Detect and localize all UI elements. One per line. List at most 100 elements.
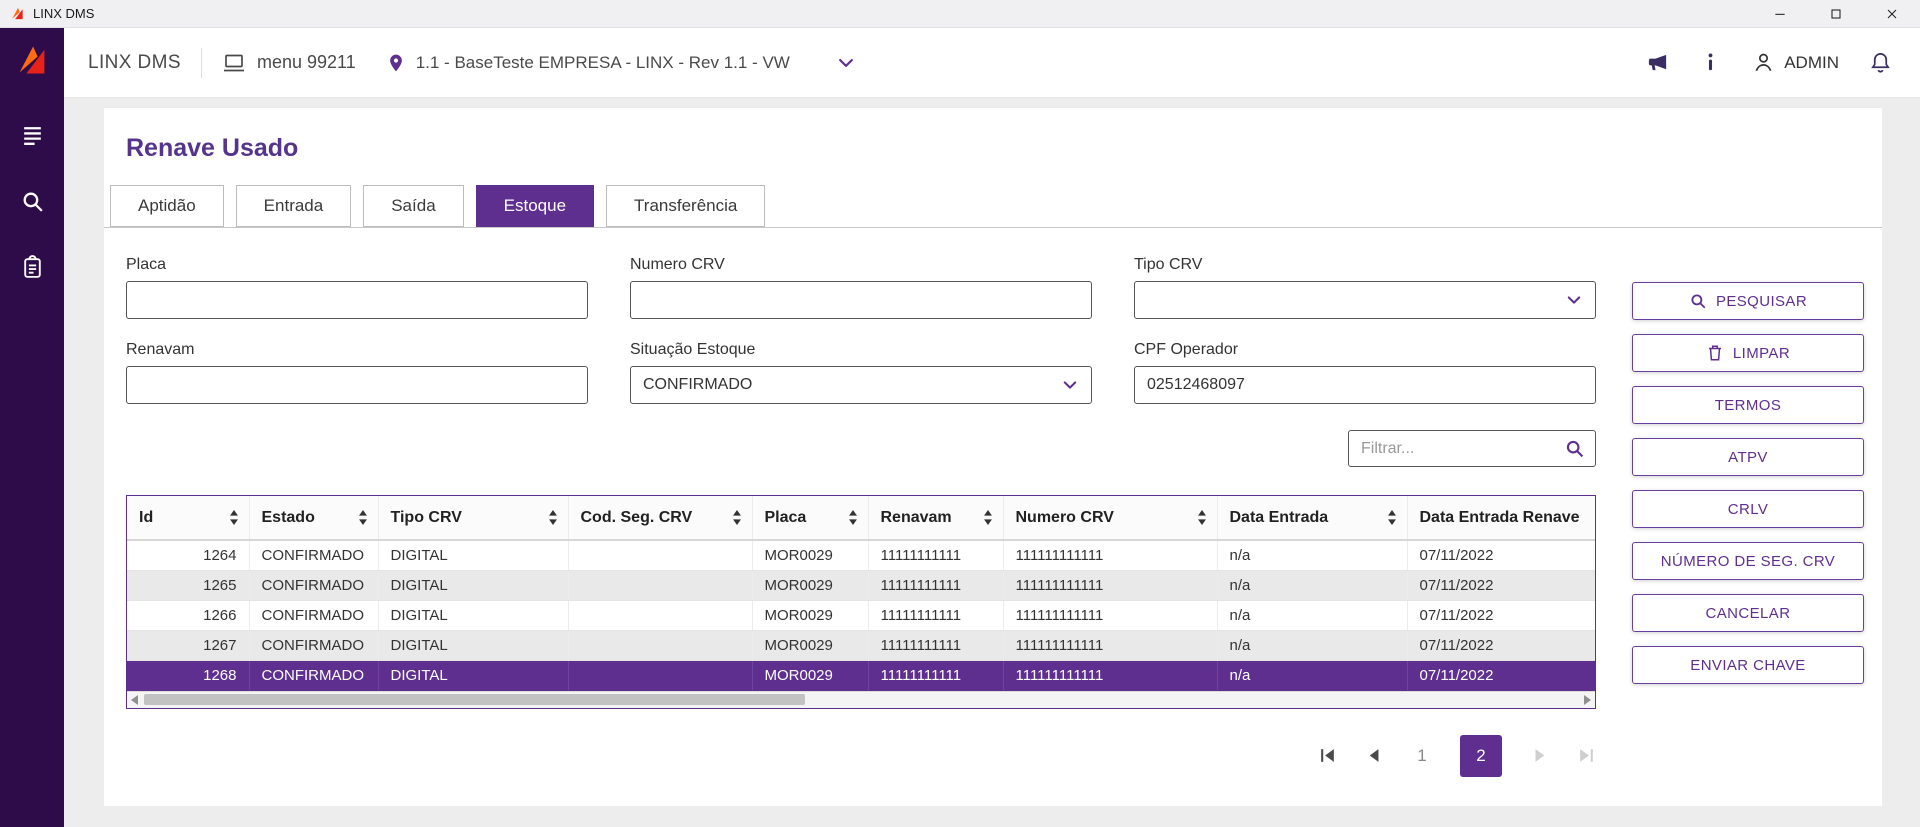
- cancelar-button[interactable]: CANCELAR: [1632, 594, 1864, 632]
- crlv-button[interactable]: CRLV: [1632, 490, 1864, 528]
- page-2[interactable]: 2: [1460, 735, 1502, 777]
- search-form: Placa Numero CRV Tipo CRV: [126, 256, 1596, 404]
- table-row[interactable]: 1264CONFIRMADODIGITALMOR0029111111111111…: [127, 540, 1595, 570]
- tab-saida[interactable]: Saída: [363, 185, 463, 227]
- sort-icon[interactable]: [229, 510, 239, 530]
- situacao-estoque-select[interactable]: CONFIRMADO: [630, 366, 1092, 404]
- column-header[interactable]: Data Entrada Renave: [1407, 496, 1595, 540]
- table-cell: [568, 570, 752, 600]
- company-selector[interactable]: 1.1 - BaseTeste EMPRESA - LINX - Rev 1.1…: [386, 53, 790, 73]
- prev-page-icon[interactable]: [1365, 746, 1384, 765]
- linx-logo-icon: [10, 6, 25, 21]
- button-label: ATPV: [1728, 449, 1768, 466]
- column-header[interactable]: Renavam: [868, 496, 1003, 540]
- column-header[interactable]: Data Entrada: [1217, 496, 1407, 540]
- main-panel: Renave Usado Aptidão Entrada Saída Estoque T…: [104, 108, 1882, 806]
- chevron-down-icon: [1061, 376, 1079, 394]
- sort-icon[interactable]: [358, 510, 368, 530]
- column-label: Placa: [765, 509, 807, 526]
- renavam-label: Renavam: [126, 341, 588, 359]
- enviar-chave-button[interactable]: ENVIAR CHAVE: [1632, 646, 1864, 684]
- horizontal-scrollbar[interactable]: [127, 691, 1595, 708]
- tipo-crv-select[interactable]: [1134, 281, 1596, 319]
- scroll-left-arrow-icon[interactable]: [131, 695, 138, 705]
- column-header[interactable]: Placa: [752, 496, 868, 540]
- column-header[interactable]: Id: [127, 496, 249, 540]
- column-header[interactable]: Tipo CRV: [378, 496, 568, 540]
- placa-input[interactable]: [126, 281, 588, 319]
- clipboard-icon[interactable]: [0, 244, 64, 290]
- close-button[interactable]: [1864, 0, 1920, 27]
- table-cell: 11111111111: [868, 600, 1003, 630]
- window-title: LINX DMS: [33, 6, 94, 21]
- page-title: Renave Usado: [104, 108, 1882, 185]
- column-header[interactable]: Numero CRV: [1003, 496, 1217, 540]
- sort-icon[interactable]: [983, 510, 993, 530]
- search-icon[interactable]: [0, 178, 64, 224]
- table-cell: n/a: [1217, 660, 1407, 690]
- user-menu[interactable]: ADMIN: [1752, 51, 1839, 74]
- bell-icon[interactable]: [1869, 51, 1892, 74]
- numero-de-seg-crv-button[interactable]: NÚMERO DE SEG. CRV: [1632, 542, 1864, 580]
- page-1[interactable]: 1: [1412, 746, 1432, 766]
- column-header[interactable]: Estado: [249, 496, 378, 540]
- table-cell: 111111111111: [1003, 540, 1217, 570]
- sort-icon[interactable]: [732, 510, 742, 530]
- brand-text: LINX DMS: [88, 52, 181, 74]
- content-area: Renave Usado Aptidão Entrada Saída Estoque T…: [64, 98, 1920, 827]
- sort-icon[interactable]: [1387, 510, 1397, 530]
- atpv-button[interactable]: ATPV: [1632, 438, 1864, 476]
- terminal-menu[interactable]: menu 99211: [222, 51, 356, 75]
- column-header[interactable]: Cod. Seg. CRV: [568, 496, 752, 540]
- termos-button[interactable]: TERMOS: [1632, 386, 1864, 424]
- tab-aptidao[interactable]: Aptidão: [110, 185, 224, 227]
- menu-icon[interactable]: [0, 112, 64, 158]
- maximize-button[interactable]: [1808, 0, 1864, 27]
- table-cell: CONFIRMADO: [249, 540, 378, 570]
- renavam-input[interactable]: [126, 366, 588, 404]
- search-icon: [1689, 292, 1707, 310]
- megaphone-icon[interactable]: [1646, 51, 1669, 74]
- table-cell: 07/11/2022: [1407, 600, 1595, 630]
- table-cell: MOR0029: [752, 630, 868, 660]
- table-row[interactable]: 1268CONFIRMADODIGITALMOR0029111111111111…: [127, 660, 1595, 690]
- button-label: PESQUISAR: [1716, 293, 1807, 310]
- first-page-icon[interactable]: [1318, 746, 1337, 765]
- tab-estoque[interactable]: Estoque: [476, 185, 594, 227]
- numero-crv-input[interactable]: [630, 281, 1092, 319]
- table-cell: DIGITAL: [378, 660, 568, 690]
- table-row[interactable]: 1266CONFIRMADODIGITALMOR0029111111111111…: [127, 600, 1595, 630]
- cpf-operador-input[interactable]: [1134, 366, 1596, 404]
- table-cell: 11111111111: [868, 570, 1003, 600]
- pesquisar-button[interactable]: PESQUISAR: [1632, 282, 1864, 320]
- column-label: Data Entrada Renave: [1420, 509, 1580, 526]
- sort-icon[interactable]: [548, 510, 558, 530]
- action-buttons: PESQUISAR LIMPAR TERMOS ATPV CRLV NÚMERO DE S…: [1632, 256, 1864, 777]
- table-cell: DIGITAL: [378, 540, 568, 570]
- sort-icon[interactable]: [848, 510, 858, 530]
- chevron-down-icon[interactable]: [836, 53, 856, 73]
- table-row[interactable]: 1265CONFIRMADODIGITALMOR0029111111111111…: [127, 570, 1595, 600]
- table-cell: [568, 660, 752, 690]
- button-label: CRLV: [1728, 501, 1769, 518]
- table-cell: CONFIRMADO: [249, 660, 378, 690]
- user-label: ADMIN: [1784, 53, 1839, 73]
- table-cell: DIGITAL: [378, 570, 568, 600]
- situacao-estoque-value: CONFIRMADO: [643, 376, 752, 394]
- sort-icon[interactable]: [1197, 510, 1207, 530]
- search-icon[interactable]: [1564, 438, 1585, 459]
- trash-icon: [1706, 344, 1724, 362]
- limpar-button[interactable]: LIMPAR: [1632, 334, 1864, 372]
- column-label: Id: [139, 509, 153, 526]
- table-cell: 111111111111: [1003, 600, 1217, 630]
- table-cell: 11111111111: [868, 630, 1003, 660]
- tab-entrada[interactable]: Entrada: [236, 185, 352, 227]
- table-row[interactable]: 1267CONFIRMADODIGITALMOR0029111111111111…: [127, 630, 1595, 660]
- info-icon[interactable]: [1699, 51, 1722, 74]
- button-label: LIMPAR: [1733, 345, 1790, 362]
- tab-transferencia[interactable]: Transferência: [606, 185, 765, 227]
- scroll-right-arrow-icon[interactable]: [1584, 695, 1591, 705]
- filter-input[interactable]: [1348, 430, 1596, 467]
- scrollbar-thumb[interactable]: [144, 694, 805, 705]
- minimize-button[interactable]: [1752, 0, 1808, 27]
